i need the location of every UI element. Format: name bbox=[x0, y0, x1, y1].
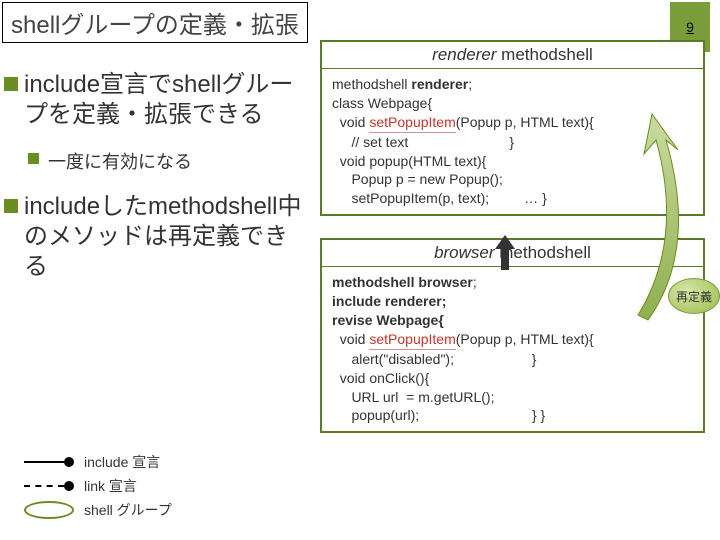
code-box-renderer: renderer methodshell methodshell rendere… bbox=[320, 40, 705, 216]
legend-include: include 宣言 bbox=[24, 450, 172, 474]
code-body-browser: methodshell browser; include renderer; r… bbox=[322, 267, 703, 431]
code-title-renderer: renderer methodshell bbox=[322, 42, 703, 69]
bullet-2: includeしたmethodshell中のメソッドは再定義できる bbox=[4, 192, 304, 282]
left-column: include宣言でshellグループを定義・拡張できる 一度に有効になる in… bbox=[4, 70, 304, 300]
method-setpopup-top: setPopupItem bbox=[369, 113, 455, 133]
code-title-em: renderer bbox=[432, 45, 496, 64]
t: void popup(HTML text){ bbox=[332, 153, 486, 169]
t: revise Webpage{ bbox=[332, 312, 444, 328]
t: class Webpage{ bbox=[332, 95, 432, 111]
t: // set text } bbox=[332, 134, 514, 150]
t: browser bbox=[418, 274, 472, 290]
t: void onClick(){ bbox=[332, 370, 429, 386]
t: (Popup p, HTML text){ bbox=[456, 331, 594, 347]
bullet-1: include宣言でshellグループを定義・拡張できる bbox=[4, 70, 304, 130]
t: methodshell bbox=[332, 76, 411, 92]
t: popup(url); } } bbox=[332, 407, 545, 423]
t: (Popup p, HTML text){ bbox=[456, 114, 594, 130]
t: void bbox=[332, 331, 369, 347]
legend-shell: shell グループ bbox=[24, 498, 172, 522]
t: include bbox=[332, 293, 385, 309]
code-body-renderer: methodshell renderer; class Webpage{ voi… bbox=[322, 69, 703, 214]
t: methodshell bbox=[332, 274, 418, 290]
t: renderer bbox=[411, 76, 468, 92]
t: ; bbox=[468, 76, 472, 92]
t: Popup p = new Popup(); bbox=[332, 171, 503, 187]
arrow-up-icon bbox=[495, 235, 515, 270]
legend-link-icon bbox=[24, 480, 74, 492]
legend-link-label: link 宣言 bbox=[84, 476, 137, 496]
t: ; bbox=[473, 274, 477, 290]
t: renderer; bbox=[385, 293, 446, 309]
legend-link: link 宣言 bbox=[24, 474, 172, 498]
code-title-plain: methodshell bbox=[496, 45, 592, 64]
legend: include 宣言 link 宣言 shell グループ bbox=[24, 450, 172, 522]
t: URL url = m.getURL(); bbox=[332, 389, 494, 405]
legend-include-label: include 宣言 bbox=[84, 452, 160, 472]
t: void bbox=[332, 114, 369, 130]
method-setpopup-bottom: setPopupItem bbox=[369, 330, 455, 350]
code-title-em: browser bbox=[434, 243, 494, 262]
t: alert("disabled"); } bbox=[332, 351, 536, 367]
redefine-badge: 再定義 bbox=[668, 278, 720, 314]
bullet-1-sub: 一度に有効になる bbox=[4, 148, 304, 174]
t: setPopupItem(p, text); … } bbox=[332, 190, 547, 206]
legend-include-icon bbox=[24, 456, 74, 468]
slide-title: shellグループの定義・拡張 bbox=[2, 2, 308, 43]
legend-shell-label: shell グループ bbox=[84, 500, 172, 520]
legend-shell-icon bbox=[24, 501, 74, 519]
